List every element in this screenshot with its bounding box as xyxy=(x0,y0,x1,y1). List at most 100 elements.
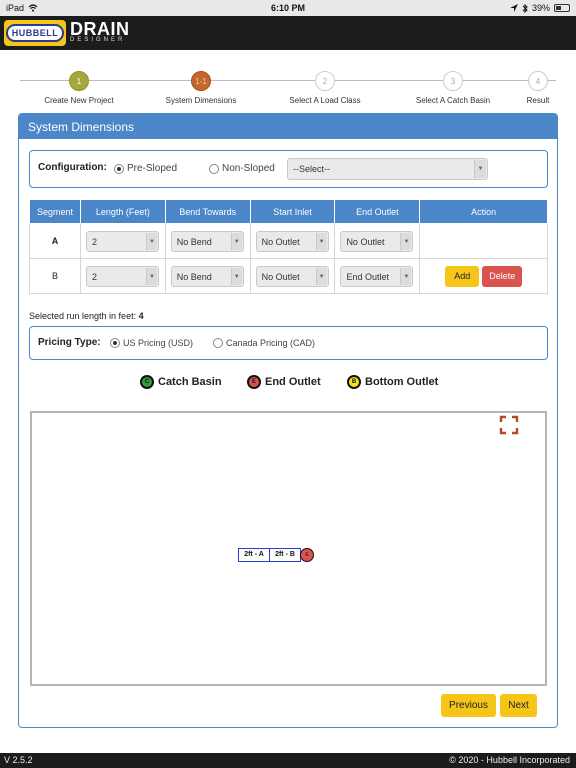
next-button[interactable]: Next xyxy=(500,694,537,717)
step-dot: 1 xyxy=(69,71,89,91)
action-cell: Add Delete xyxy=(419,258,548,294)
add-segment-button[interactable]: Add xyxy=(445,266,480,287)
start-inlet-select[interactable]: No Outlet ▼ xyxy=(255,266,329,287)
status-right: 39% xyxy=(509,3,570,13)
step-load-class[interactable]: 2 Select A Load Class xyxy=(289,71,361,105)
hubbell-logo: HUBBELL xyxy=(4,20,66,46)
step-label: Create New Project xyxy=(44,96,114,105)
col-bend: Bend Towards xyxy=(164,199,251,224)
col-segment: Segment xyxy=(29,199,81,224)
start-inlet-cell: No Outlet ▼ xyxy=(249,223,336,259)
step-dot: 1-1 xyxy=(191,71,211,91)
end-outlet-icon: E xyxy=(247,375,261,389)
bend-select[interactable]: No Bend ▼ xyxy=(170,231,244,252)
col-end-outlet: End Outlet xyxy=(334,199,421,224)
chevron-down-icon: ▼ xyxy=(230,233,242,250)
ca-pricing-radio[interactable] xyxy=(213,338,223,348)
chevron-down-icon: ▼ xyxy=(145,268,157,285)
legend-bottom-outlet: B Bottom Outlet xyxy=(347,375,438,389)
end-outlet-select[interactable]: No Outlet ▼ xyxy=(340,231,414,252)
run-length-label: Selected run length in feet: xyxy=(29,311,137,321)
chevron-down-icon: ▼ xyxy=(315,268,327,285)
legend-label: End Outlet xyxy=(265,376,321,388)
end-outlet-cell: End Outlet ▼ xyxy=(334,258,421,294)
version-text: V 2.5.2 xyxy=(4,755,33,765)
bend-cell: No Bend ▼ xyxy=(164,258,251,294)
app-footer: V 2.5.2 © 2020 - Hubbell Incorporated xyxy=(0,753,576,768)
step-dot: 2 xyxy=(315,71,335,91)
step-label: Result xyxy=(526,96,550,105)
pricing-box: Pricing Type: US Pricing (USD) Canada Pr… xyxy=(29,326,548,360)
segment-name: B xyxy=(29,258,81,294)
catch-basin-icon: C xyxy=(140,375,154,389)
status-time: 6:10 PM xyxy=(270,3,305,13)
panel-title: System Dimensions xyxy=(19,114,557,139)
system-dimensions-panel: System Dimensions Configuration: Pre-Slo… xyxy=(18,113,558,728)
drain-diagram-canvas[interactable]: 2ft - A 2ft - B E xyxy=(30,411,547,686)
step-create-project[interactable]: 1 Create New Project xyxy=(44,71,114,105)
chevron-down-icon: ▼ xyxy=(230,268,242,285)
table-row: B 2 ▼ No Bend ▼ No Outlet ▼ End Outlet ▼ Add… xyxy=(29,258,548,294)
run-length-value: 4 xyxy=(138,311,144,321)
us-pricing-option[interactable]: US Pricing (USD) xyxy=(110,338,193,348)
diagram-segment-a[interactable]: 2ft - A xyxy=(238,548,270,562)
configuration-select[interactable]: --Select-- ▼ xyxy=(287,158,488,180)
step-catch-basin[interactable]: 3 Select A Catch Basin xyxy=(415,71,491,105)
diagram-segment-b[interactable]: 2ft - B xyxy=(269,548,301,562)
start-inlet-select[interactable]: No Outlet ▼ xyxy=(255,231,329,252)
pre-sloped-radio[interactable] xyxy=(114,163,124,174)
step-label: Select A Catch Basin xyxy=(415,96,491,105)
step-result[interactable]: 4 Result xyxy=(524,71,552,105)
bend-select[interactable]: No Bend ▼ xyxy=(170,266,244,287)
expand-icon[interactable] xyxy=(499,415,519,435)
step-label: System Dimensions xyxy=(165,96,237,105)
chevron-down-icon: ▼ xyxy=(474,160,486,178)
previous-button[interactable]: Previous xyxy=(441,694,496,717)
pricing-label: Pricing Type: xyxy=(38,337,101,348)
chevron-down-icon: ▼ xyxy=(315,233,327,250)
ca-pricing-option[interactable]: Canada Pricing (CAD) xyxy=(213,338,315,348)
progress-stepper: 1 Create New Project 1-1 System Dimensio… xyxy=(0,66,576,106)
end-outlet-cell: No Outlet ▼ xyxy=(334,223,421,259)
bend-cell: No Bend ▼ xyxy=(164,223,251,259)
ca-pricing-label: Canada Pricing (CAD) xyxy=(226,338,316,348)
length-select[interactable]: 2 ▼ xyxy=(85,266,159,287)
action-cell xyxy=(419,223,548,259)
step-dot: 3 xyxy=(443,71,463,91)
legend-end-outlet: E End Outlet xyxy=(247,375,321,389)
length-cell: 2 ▼ xyxy=(79,258,166,294)
pre-sloped-option[interactable]: Pre-Sloped xyxy=(114,163,177,174)
step-system-dimensions[interactable]: 1-1 System Dimensions xyxy=(165,71,237,105)
step-label: Select A Load Class xyxy=(289,96,361,105)
length-cell: 2 ▼ xyxy=(79,223,166,259)
battery-icon xyxy=(554,4,570,12)
location-icon xyxy=(509,4,518,12)
end-outlet-marker: E xyxy=(300,548,314,562)
start-inlet-cell: No Outlet ▼ xyxy=(249,258,336,294)
diagram-legend: C Catch Basin E End Outlet B Bottom Outl… xyxy=(19,375,559,391)
configuration-box: Configuration: Pre-Sloped Non-Sloped --S… xyxy=(29,150,548,188)
copyright-text: © 2020 - Hubbell Incorporated xyxy=(449,755,570,765)
segments-table: Segment Length (Feet) Bend Towards Start… xyxy=(29,199,548,294)
legend-label: Bottom Outlet xyxy=(365,376,439,388)
step-dot: 4 xyxy=(528,71,548,91)
pre-sloped-label: Pre-Sloped xyxy=(127,163,178,174)
non-sloped-radio[interactable] xyxy=(209,163,219,174)
end-outlet-select[interactable]: End Outlet ▼ xyxy=(340,266,414,287)
chevron-down-icon: ▼ xyxy=(145,233,157,250)
legend-catch-basin: C Catch Basin xyxy=(140,375,222,389)
non-sloped-option[interactable]: Non-Sloped xyxy=(209,163,275,174)
delete-segment-button[interactable]: Delete xyxy=(482,266,523,287)
segment-name: A xyxy=(29,223,81,259)
battery-percent: 39% xyxy=(531,3,550,13)
status-bar: iPad 6:10 PM 39% xyxy=(0,0,576,16)
bluetooth-icon xyxy=(522,3,528,13)
legend-label: Catch Basin xyxy=(158,376,222,388)
chevron-down-icon: ▼ xyxy=(400,268,412,285)
table-header-row: Segment Length (Feet) Bend Towards Start… xyxy=(29,199,548,224)
table-row: A 2 ▼ No Bend ▼ No Outlet ▼ No Outlet ▼ xyxy=(29,223,548,259)
us-pricing-label: US Pricing (USD) xyxy=(123,338,194,348)
length-select[interactable]: 2 ▼ xyxy=(85,231,159,252)
app-header: HUBBELL DRAIN DESIGNER xyxy=(0,16,576,50)
us-pricing-radio[interactable] xyxy=(110,338,120,348)
